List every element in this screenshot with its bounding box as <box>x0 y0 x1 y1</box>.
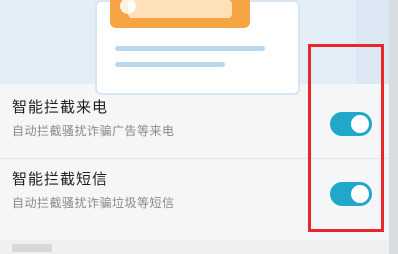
illustration-line <box>115 46 265 51</box>
settings-screen: 智能拦截来电 自动拦截骚扰诈骗广告等来电 智能拦截短信 自动拦截骚扰诈骗垃圾等短… <box>0 0 398 254</box>
setting-subtitle: 自动拦截骚扰诈骗垃圾等短信 <box>12 196 175 210</box>
partial-row-stub <box>12 244 52 252</box>
next-setting-row-partial <box>0 240 398 254</box>
setting-subtitle: 自动拦截骚扰诈骗广告等来电 <box>12 124 175 138</box>
red-highlight-box <box>308 44 384 232</box>
illustration-line <box>115 62 225 67</box>
illustration-banner-inner <box>128 0 232 18</box>
device-bezel <box>389 0 398 254</box>
setting-title: 智能拦截短信 <box>12 170 109 188</box>
setting-title: 智能拦截来电 <box>12 98 109 116</box>
